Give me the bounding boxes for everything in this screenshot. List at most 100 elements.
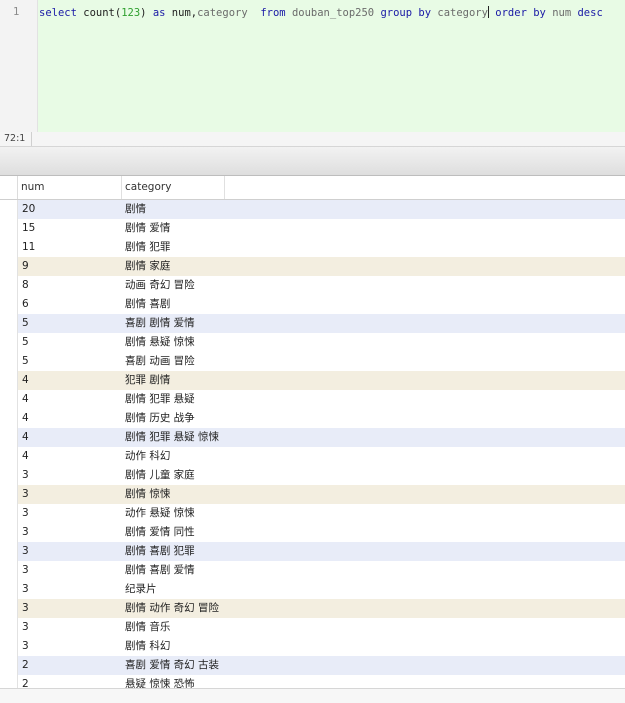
cell-num[interactable]: 3 bbox=[22, 561, 118, 580]
cell-num[interactable]: 4 bbox=[22, 447, 118, 466]
table-row[interactable]: 4 犯罪 剧情 bbox=[0, 371, 625, 390]
cell-num[interactable]: 6 bbox=[22, 295, 118, 314]
row-gutter[interactable] bbox=[0, 599, 18, 618]
cell-category[interactable]: 剧情 犯罪 悬疑 bbox=[125, 390, 222, 409]
cell-num[interactable]: 3 bbox=[22, 580, 118, 599]
column-header-category[interactable]: category bbox=[122, 176, 225, 199]
table-row[interactable]: 20 剧情 bbox=[0, 200, 625, 219]
row-gutter[interactable] bbox=[0, 371, 18, 390]
row-gutter[interactable] bbox=[0, 352, 18, 371]
cell-category[interactable]: 动作 科幻 bbox=[125, 447, 222, 466]
cell-category[interactable]: 犯罪 剧情 bbox=[125, 371, 222, 390]
cell-num[interactable]: 20 bbox=[22, 200, 118, 219]
cell-num[interactable]: 2 bbox=[22, 675, 118, 688]
cell-category[interactable]: 悬疑 惊悚 恐怖 bbox=[125, 675, 222, 688]
cell-num[interactable]: 4 bbox=[22, 371, 118, 390]
row-gutter[interactable] bbox=[0, 314, 18, 333]
cell-category[interactable]: 动作 悬疑 惊悚 bbox=[125, 504, 222, 523]
table-row[interactable]: 4 动作 科幻 bbox=[0, 447, 625, 466]
cell-num[interactable]: 2 bbox=[22, 656, 118, 675]
row-gutter[interactable] bbox=[0, 390, 18, 409]
cell-num[interactable]: 3 bbox=[22, 523, 118, 542]
table-row[interactable]: 15 剧情 爱情 bbox=[0, 219, 625, 238]
cell-num[interactable]: 3 bbox=[22, 637, 118, 656]
table-row[interactable]: 3 剧情 动作 奇幻 冒险 bbox=[0, 599, 625, 618]
cell-num[interactable]: 4 bbox=[22, 409, 118, 428]
pane-splitter[interactable] bbox=[0, 147, 625, 176]
cell-category[interactable]: 剧情 爱情 bbox=[125, 219, 222, 238]
row-gutter[interactable] bbox=[0, 675, 18, 688]
table-row[interactable]: 4 剧情 历史 战争 bbox=[0, 409, 625, 428]
cell-category[interactable]: 剧情 悬疑 惊悚 bbox=[125, 333, 222, 352]
row-gutter[interactable] bbox=[0, 656, 18, 675]
cell-category[interactable]: 剧情 喜剧 爱情 bbox=[125, 561, 222, 580]
cell-category[interactable]: 剧情 家庭 bbox=[125, 257, 222, 276]
row-gutter[interactable] bbox=[0, 428, 18, 447]
row-gutter[interactable] bbox=[0, 542, 18, 561]
row-gutter[interactable] bbox=[0, 466, 18, 485]
row-gutter[interactable] bbox=[0, 485, 18, 504]
cell-category[interactable]: 剧情 科幻 bbox=[125, 637, 222, 656]
cell-num[interactable]: 5 bbox=[22, 333, 118, 352]
row-gutter[interactable] bbox=[0, 561, 18, 580]
cell-category[interactable]: 喜剧 爱情 奇幻 古装 bbox=[125, 656, 222, 675]
table-row[interactable]: 5 喜剧 剧情 爱情 bbox=[0, 314, 625, 333]
horizontal-scrollbar[interactable] bbox=[0, 688, 625, 703]
row-gutter[interactable] bbox=[0, 276, 18, 295]
table-row[interactable]: 3 剧情 爱情 同性 bbox=[0, 523, 625, 542]
cell-category[interactable]: 喜剧 剧情 爱情 bbox=[125, 314, 222, 333]
table-row[interactable]: 9 剧情 家庭 bbox=[0, 257, 625, 276]
row-gutter[interactable] bbox=[0, 333, 18, 352]
cell-category[interactable]: 剧情 bbox=[125, 200, 222, 219]
table-row[interactable]: 8 动画 奇幻 冒险 bbox=[0, 276, 625, 295]
cell-category[interactable]: 剧情 历史 战争 bbox=[125, 409, 222, 428]
table-row[interactable]: 11 剧情 犯罪 bbox=[0, 238, 625, 257]
cell-num[interactable]: 3 bbox=[22, 504, 118, 523]
cell-category[interactable]: 剧情 喜剧 犯罪 bbox=[125, 542, 222, 561]
sql-query-line[interactable]: select count(123) as num,category from d… bbox=[39, 6, 603, 20]
cell-num[interactable]: 8 bbox=[22, 276, 118, 295]
table-row[interactable]: 4 剧情 犯罪 悬疑 bbox=[0, 390, 625, 409]
cell-category[interactable]: 剧情 犯罪 bbox=[125, 238, 222, 257]
row-gutter[interactable] bbox=[0, 295, 18, 314]
table-row[interactable]: 3 剧情 喜剧 犯罪 bbox=[0, 542, 625, 561]
row-gutter[interactable] bbox=[0, 238, 18, 257]
cell-category[interactable]: 剧情 儿童 家庭 bbox=[125, 466, 222, 485]
cell-category[interactable]: 喜剧 动画 冒险 bbox=[125, 352, 222, 371]
row-gutter[interactable] bbox=[0, 447, 18, 466]
cell-category[interactable]: 剧情 惊悚 bbox=[125, 485, 222, 504]
table-row[interactable]: 5 喜剧 动画 冒险 bbox=[0, 352, 625, 371]
cell-num[interactable]: 15 bbox=[22, 219, 118, 238]
row-gutter[interactable] bbox=[0, 580, 18, 599]
sql-editor[interactable]: 1 select count(123) as num,category from… bbox=[0, 0, 625, 133]
table-row[interactable]: 2 喜剧 爱情 奇幻 古装 bbox=[0, 656, 625, 675]
cell-num[interactable]: 3 bbox=[22, 485, 118, 504]
row-gutter[interactable] bbox=[0, 200, 18, 219]
table-row[interactable]: 3 剧情 惊悚 bbox=[0, 485, 625, 504]
row-gutter[interactable] bbox=[0, 219, 18, 238]
row-gutter[interactable] bbox=[0, 409, 18, 428]
cell-num[interactable]: 9 bbox=[22, 257, 118, 276]
cell-category[interactable]: 动画 奇幻 冒险 bbox=[125, 276, 222, 295]
table-row[interactable]: 6 剧情 喜剧 bbox=[0, 295, 625, 314]
cell-num[interactable]: 4 bbox=[22, 390, 118, 409]
row-gutter[interactable] bbox=[0, 504, 18, 523]
table-row[interactable]: 3 纪录片 bbox=[0, 580, 625, 599]
row-gutter[interactable] bbox=[0, 618, 18, 637]
row-gutter[interactable] bbox=[0, 257, 18, 276]
cell-category[interactable]: 剧情 犯罪 悬疑 惊悚 bbox=[125, 428, 222, 447]
table-row[interactable]: 2 悬疑 惊悚 恐怖 bbox=[0, 675, 625, 688]
cell-num[interactable]: 3 bbox=[22, 466, 118, 485]
cell-category[interactable]: 剧情 音乐 bbox=[125, 618, 222, 637]
cell-category[interactable]: 剧情 爱情 同性 bbox=[125, 523, 222, 542]
cell-num[interactable]: 5 bbox=[22, 314, 118, 333]
cell-category[interactable]: 剧情 动作 奇幻 冒险 bbox=[125, 599, 222, 618]
cell-num[interactable]: 5 bbox=[22, 352, 118, 371]
cell-category[interactable]: 纪录片 bbox=[125, 580, 222, 599]
cell-num[interactable]: 3 bbox=[22, 618, 118, 637]
table-row[interactable]: 3 剧情 喜剧 爱情 bbox=[0, 561, 625, 580]
cell-num[interactable]: 11 bbox=[22, 238, 118, 257]
sql-code-area[interactable]: select count(123) as num,category from d… bbox=[38, 0, 625, 132]
cell-num[interactable]: 3 bbox=[22, 542, 118, 561]
cell-num[interactable]: 3 bbox=[22, 599, 118, 618]
